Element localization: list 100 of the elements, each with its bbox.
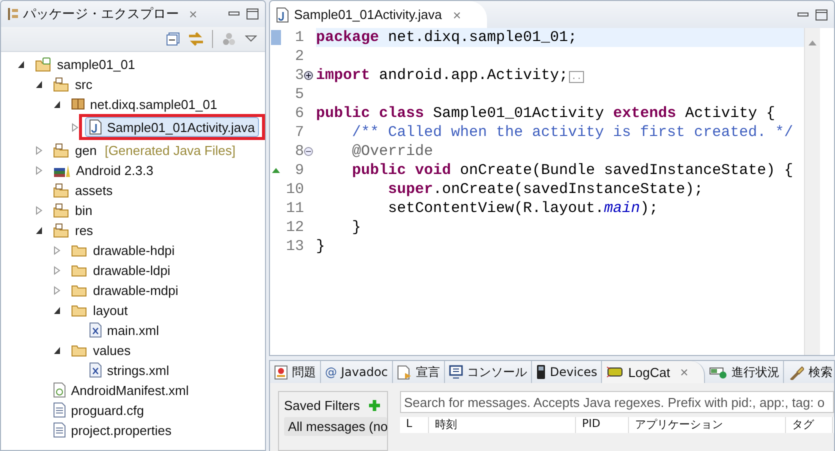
maximize-icon[interactable]	[246, 8, 259, 20]
line-number: 1	[294, 28, 304, 47]
tree-item[interactable]: src	[49, 74, 96, 94]
editor-tab-title: Sample01_01Activity.java	[294, 7, 442, 22]
folder-icon	[71, 343, 88, 357]
package-explorer-icon	[7, 7, 19, 21]
tree-item[interactable]: bin	[49, 200, 96, 220]
collapse-arrow-icon[interactable]	[35, 226, 43, 234]
maximize-icon[interactable]	[815, 8, 828, 20]
editor-tab[interactable]: Sample01_01Activity.java ×	[270, 1, 488, 28]
at-sign-icon: @	[325, 365, 337, 379]
line-number: 9	[294, 161, 304, 180]
line-number: 3	[294, 66, 304, 85]
code-line: }	[351, 218, 362, 237]
phone-icon	[536, 364, 546, 380]
xml-file-icon	[89, 322, 102, 338]
tree-item[interactable]: res	[49, 220, 98, 240]
line-number: 12	[284, 218, 304, 237]
close-button[interactable]: ×	[680, 364, 688, 380]
expand-arrow-icon[interactable]	[53, 286, 61, 294]
view-tab[interactable]: LogCat ×	[602, 361, 706, 383]
expand-arrow-icon[interactable]	[35, 146, 43, 154]
line-number: 2	[294, 47, 304, 66]
close-button[interactable]: ×	[189, 6, 198, 22]
tree-item[interactable]: proguard.cfg	[49, 400, 148, 420]
minimize-icon[interactable]	[797, 10, 809, 20]
current-line-marker-icon	[271, 30, 281, 45]
java-file-icon	[89, 119, 102, 135]
manifest-file-icon	[53, 382, 66, 398]
tree-item[interactable]: drawable-mdpi	[67, 280, 182, 300]
source-folder-icon	[53, 202, 70, 218]
folder-icon	[71, 263, 88, 277]
source-folder-icon	[53, 222, 70, 238]
code-line: @Override	[351, 142, 434, 161]
source-folder-icon	[53, 142, 70, 158]
line-number: 13	[284, 237, 304, 256]
collapse-arrow-icon[interactable]	[53, 346, 61, 354]
declaration-icon	[396, 364, 412, 380]
collapse-arrow-icon[interactable]	[17, 60, 25, 68]
tree-item[interactable]: Sample01_01Activity.java	[85, 117, 259, 137]
code-line: }	[316, 237, 326, 256]
column-header[interactable]: タグ	[786, 417, 833, 433]
expand-arrow-icon[interactable]	[35, 206, 43, 214]
code-line: super.onCreate(savedInstanceState);	[387, 180, 704, 199]
line-number: 11	[284, 199, 304, 218]
vertical-scrollbar[interactable]	[804, 28, 820, 355]
expand-arrow-icon[interactable]	[53, 246, 61, 254]
expand-plus-icon[interactable]	[304, 71, 313, 80]
text-file-icon	[53, 402, 66, 418]
line-number: 10	[284, 180, 304, 199]
tree-item[interactable]: strings.xml	[85, 360, 174, 380]
expand-arrow-icon[interactable]	[35, 166, 43, 174]
collapse-minus-icon[interactable]	[304, 147, 313, 156]
expand-arrow-icon[interactable]	[53, 266, 61, 274]
tree-item-decoration: [Generated Java Files]	[104, 142, 236, 158]
tree-item[interactable]: net.dixq.sample01_01	[67, 94, 222, 114]
collapse-arrow-icon[interactable]	[53, 100, 61, 108]
column-header[interactable]: PID	[576, 417, 629, 433]
tree-item[interactable]: sample01_01	[31, 54, 140, 74]
tree-item[interactable]: drawable-ldpi	[67, 260, 174, 280]
tree-item[interactable]: main.xml	[85, 320, 164, 340]
progress-icon	[709, 365, 728, 379]
tree-item[interactable]: project.properties	[49, 420, 176, 440]
folder-icon	[71, 243, 88, 257]
line-number: 8	[294, 142, 304, 161]
tree-item[interactable]: drawable-hdpi	[67, 240, 179, 260]
saved-filters-title: Saved Filters	[284, 398, 360, 413]
column-header[interactable]: 時刻	[429, 417, 576, 433]
line-number: 7	[294, 123, 304, 142]
column-header[interactable]: アプリケーション	[629, 417, 786, 433]
tree-item[interactable]: layout	[67, 300, 132, 320]
expand-arrow-icon[interactable]	[71, 122, 79, 132]
problems-icon	[274, 364, 288, 380]
override-triangle-icon	[271, 167, 281, 174]
flashlight-icon	[788, 364, 804, 380]
tree-item[interactable]: assets	[49, 180, 117, 200]
close-button[interactable]: ×	[452, 6, 462, 22]
collapse-arrow-icon[interactable]	[35, 80, 43, 88]
text-file-icon	[53, 422, 66, 438]
line-number: 5	[294, 85, 304, 104]
line-number: 6	[294, 104, 304, 123]
project-folder-icon	[35, 56, 52, 72]
tree-item[interactable]: AndroidManifest.xml	[49, 380, 193, 400]
column-header[interactable]: L	[400, 417, 429, 433]
view-menu-icon[interactable]	[245, 35, 257, 43]
search-field[interactable]: Search for messages. Accepts Java regexes. Prefix with pid:, app:, tag: o	[400, 391, 834, 413]
tree-item[interactable]: gen	[49, 140, 101, 160]
filter-item[interactable]: All messages (no	[284, 417, 387, 436]
tree-item[interactable]: Android 2.3.3	[49, 160, 158, 180]
collapse-all-icon[interactable]	[166, 32, 180, 46]
logcat-icon	[606, 365, 624, 379]
folder-icon	[71, 303, 88, 317]
folder-icon	[71, 283, 88, 297]
monitor-icon	[448, 365, 463, 379]
add-plus-icon[interactable]	[368, 399, 381, 412]
java-file-icon	[276, 6, 289, 22]
collapse-arrow-icon[interactable]	[53, 306, 61, 314]
source-folder-icon	[53, 182, 70, 198]
tree-item[interactable]: values	[67, 340, 135, 360]
view-title: パッケージ・エクスプロー	[23, 6, 179, 23]
